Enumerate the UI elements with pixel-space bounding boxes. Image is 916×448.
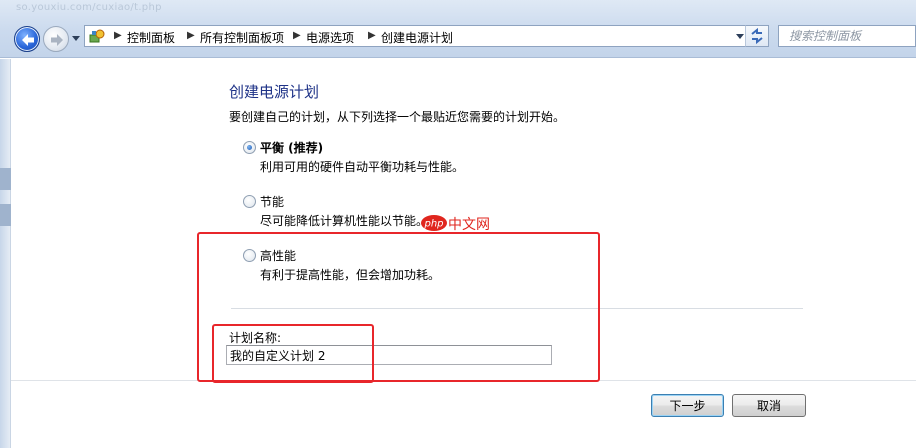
refresh-button[interactable] bbox=[745, 25, 769, 47]
option-balanced-label[interactable]: 平衡 (推荐) bbox=[260, 139, 323, 156]
page-title: 创建电源计划 bbox=[229, 83, 320, 101]
refresh-icon bbox=[751, 27, 763, 45]
option-balanced-description: 利用可用的硬件自动平衡功耗与性能。 bbox=[260, 160, 465, 174]
address-bar[interactable]: ▶ 控制面板 ▶ 所有控制面板项 ▶ 电源选项 ▶ 创建电源计划 bbox=[84, 25, 768, 47]
radio-power-saver[interactable] bbox=[243, 195, 256, 208]
breadcrumb-separator: ▶ bbox=[368, 30, 376, 41]
navigation-bar: so.youxiu.com/cuxiao/t.php ▶ 控制面板 ▶ 所有控制… bbox=[0, 0, 916, 58]
breadcrumb-separator: ▶ bbox=[293, 30, 301, 41]
forward-button[interactable] bbox=[43, 26, 69, 52]
control-panel-icon bbox=[89, 29, 105, 43]
annotation-box-plan-name bbox=[212, 324, 374, 383]
search-input[interactable] bbox=[779, 26, 915, 46]
breadcrumb-create-plan[interactable]: 创建电源计划 bbox=[381, 29, 453, 46]
radio-balanced[interactable] bbox=[243, 141, 256, 154]
next-button[interactable]: 下一步 bbox=[651, 394, 724, 417]
left-pane-marker bbox=[0, 168, 11, 190]
chevron-down-icon[interactable] bbox=[71, 33, 81, 43]
chevron-down-icon[interactable] bbox=[735, 31, 745, 41]
left-pane-marker bbox=[0, 204, 11, 226]
breadcrumb-separator: ▶ bbox=[187, 30, 195, 41]
search-box[interactable] bbox=[778, 25, 916, 47]
breadcrumb-all-items[interactable]: 所有控制面板项 bbox=[200, 29, 284, 46]
watermark-text: 中文网 bbox=[448, 217, 490, 233]
cancel-button[interactable]: 取消 bbox=[732, 394, 806, 417]
faint-url-text: so.youxiu.com/cuxiao/t.php bbox=[16, 2, 162, 13]
option-power-saver-label[interactable]: 节能 bbox=[260, 193, 284, 210]
php-logo-text: php bbox=[423, 219, 443, 230]
breadcrumb-power-options[interactable]: 电源选项 bbox=[306, 29, 354, 46]
back-button[interactable] bbox=[14, 26, 40, 52]
intro-text: 要创建自己的计划，从下列选择一个最贴近您需要的计划开始。 bbox=[229, 110, 566, 124]
breadcrumb-separator: ▶ bbox=[114, 30, 122, 41]
left-pane-edge bbox=[0, 59, 11, 448]
watermark: php 中文网 bbox=[420, 214, 502, 234]
forward-arrow-icon bbox=[51, 34, 63, 46]
back-arrow-icon bbox=[22, 34, 34, 46]
breadcrumb-control-panel[interactable]: 控制面板 bbox=[127, 29, 175, 46]
php-logo-icon: php bbox=[421, 215, 447, 231]
option-power-saver-description: 尽可能降低计算机性能以节能。 bbox=[260, 214, 429, 228]
